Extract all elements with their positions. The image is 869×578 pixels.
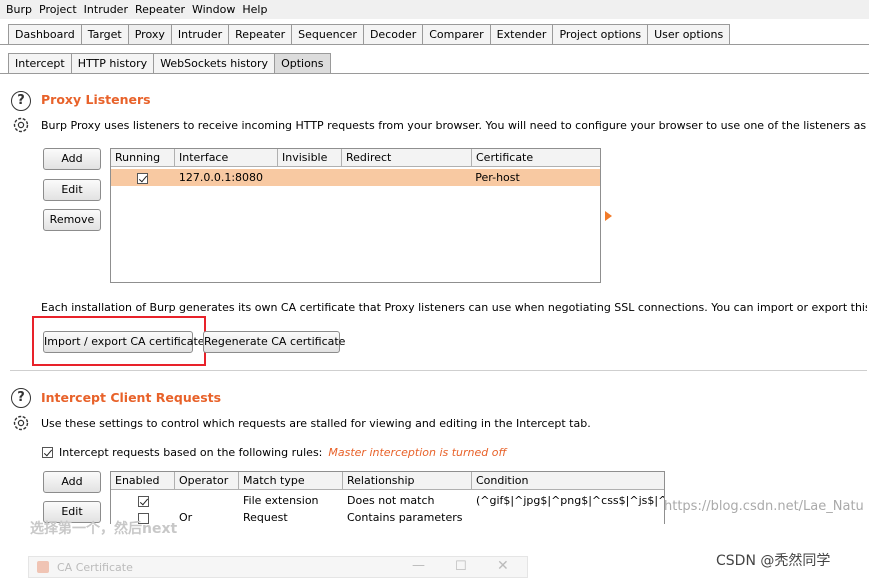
rules-table-header: Enabled Operator Match type Relationship… (111, 472, 664, 490)
tab-repeater[interactable]: Repeater (228, 24, 293, 45)
intercept-rules-table: Enabled Operator Match type Relationship… (110, 471, 665, 531)
tab-extender[interactable]: Extender (489, 24, 554, 45)
menu-intruder[interactable]: Intruder (84, 3, 128, 16)
relationship-cell: Does not match (347, 494, 435, 507)
gear-icon[interactable] (11, 413, 31, 433)
add-listener-button[interactable]: Add (43, 148, 101, 170)
proxy-sub-tab-bar: Intercept HTTP history WebSockets histor… (8, 53, 331, 74)
running-cell (111, 169, 175, 186)
redirect-cell (342, 169, 472, 186)
main-tab-bar: Dashboard Target Proxy Intruder Repeater… (8, 24, 731, 45)
gear-icon[interactable] (11, 115, 31, 135)
proxy-listeners-title: Proxy Listeners (41, 92, 151, 107)
minimize-icon[interactable]: — (412, 558, 425, 573)
column-header-interface[interactable]: Interface (175, 149, 278, 167)
column-header-certificate[interactable]: Certificate (472, 149, 600, 167)
column-header-operator[interactable]: Operator (175, 472, 239, 490)
column-header-match-type[interactable]: Match type (239, 472, 343, 490)
operator-cell (175, 492, 239, 509)
remove-listener-button[interactable]: Remove (43, 209, 101, 231)
burp-window: { "menu": ["Burp","Project","Intruder","… (0, 0, 869, 578)
add-rule-button[interactable]: Add (43, 471, 101, 493)
regenerate-ca-button[interactable]: Regenerate CA certificate (203, 331, 345, 353)
tab-comparer[interactable]: Comparer (422, 24, 491, 45)
maximize-icon[interactable]: ☐ (455, 559, 467, 574)
sub-tab-divider (0, 73, 869, 74)
help-icon[interactable]: ? (11, 91, 31, 111)
tab-proxy[interactable]: Proxy (127, 24, 172, 45)
tab-dashboard[interactable]: Dashboard (8, 24, 82, 45)
interface-cell: 127.0.0.1:8080 (178, 171, 264, 184)
table-row[interactable]: 127.0.0.1:8080 Per-host (111, 169, 600, 186)
condition-cell: (^gif$|^jpg$|^png$|^css$|^js$|^ico$) (476, 494, 665, 507)
intercept-rules-row: Intercept requests based on the followin… (42, 446, 506, 459)
column-header-running[interactable]: Running (111, 149, 175, 167)
intercept-rules-label: Intercept requests based on the followin… (59, 446, 323, 459)
dialog-title: CA Certificate (57, 561, 133, 574)
menu-help[interactable]: Help (242, 3, 267, 16)
menu-bar: Burp Project Intruder Repeater Window He… (0, 0, 869, 19)
tab-sequencer[interactable]: Sequencer (291, 24, 364, 45)
section-divider (10, 370, 867, 371)
app-icon (37, 561, 49, 573)
tab-decoder[interactable]: Decoder (362, 24, 424, 45)
expand-arrow-icon[interactable] (605, 211, 612, 221)
column-header-invisible[interactable]: Invisible (278, 149, 342, 167)
listeners-table-header: Running Interface Invisible Redirect Cer… (111, 149, 600, 167)
enabled-cell (111, 492, 175, 509)
tab-user-options[interactable]: User options (647, 24, 731, 45)
column-header-redirect[interactable]: Redirect (342, 149, 472, 167)
ca-certificate-description: Each installation of Burp generates its … (41, 301, 867, 314)
intercept-rules-checkbox[interactable] (42, 447, 53, 458)
tab-intruder[interactable]: Intruder (170, 24, 230, 45)
menu-burp[interactable]: Burp (6, 3, 32, 16)
tab-http-history[interactable]: HTTP history (70, 53, 155, 74)
match-type-cell: File extension (243, 494, 319, 507)
tab-options[interactable]: Options (274, 53, 331, 74)
column-header-enabled[interactable]: Enabled (111, 472, 175, 490)
ca-certificate-dialog-titlebar: CA Certificate — ☐ ✕ (28, 556, 528, 578)
column-header-condition[interactable]: Condition (472, 472, 664, 490)
intercept-client-description: Use these settings to control which requ… (41, 417, 591, 430)
url-watermark: https://blog.csdn.net/Lae_Natu (664, 499, 864, 514)
certificate-cell: Per-host (475, 171, 520, 184)
help-icon[interactable]: ? (11, 388, 31, 408)
listeners-table: Running Interface Invisible Redirect Cer… (110, 148, 601, 283)
proxy-listeners-description: Burp Proxy uses listeners to receive inc… (41, 119, 869, 132)
tab-websockets-history[interactable]: WebSockets history (153, 53, 276, 74)
column-header-relationship[interactable]: Relationship (343, 472, 472, 490)
menu-project[interactable]: Project (39, 3, 77, 16)
tab-target[interactable]: Target (80, 24, 129, 45)
highlight-box (32, 316, 206, 366)
main-tab-divider (0, 44, 869, 45)
edit-listener-button[interactable]: Edit (43, 179, 101, 201)
master-interception-note: Master interception is turned off (328, 446, 507, 459)
chinese-caption: 选择第一个，然后next (30, 521, 178, 537)
running-checkbox[interactable] (137, 172, 149, 184)
csdn-watermark: CSDN @秃然同学 (716, 553, 831, 569)
table-row[interactable]: File extension Does not match (^gif$|^jp… (111, 492, 664, 509)
menu-window[interactable]: Window (192, 3, 235, 16)
tab-intercept[interactable]: Intercept (8, 53, 72, 74)
invisible-cell (278, 169, 342, 186)
close-icon[interactable]: ✕ (497, 558, 509, 574)
tab-project-options[interactable]: Project options (552, 24, 649, 45)
enabled-checkbox[interactable] (137, 495, 149, 507)
intercept-client-title: Intercept Client Requests (41, 390, 222, 405)
menu-repeater[interactable]: Repeater (135, 3, 185, 16)
